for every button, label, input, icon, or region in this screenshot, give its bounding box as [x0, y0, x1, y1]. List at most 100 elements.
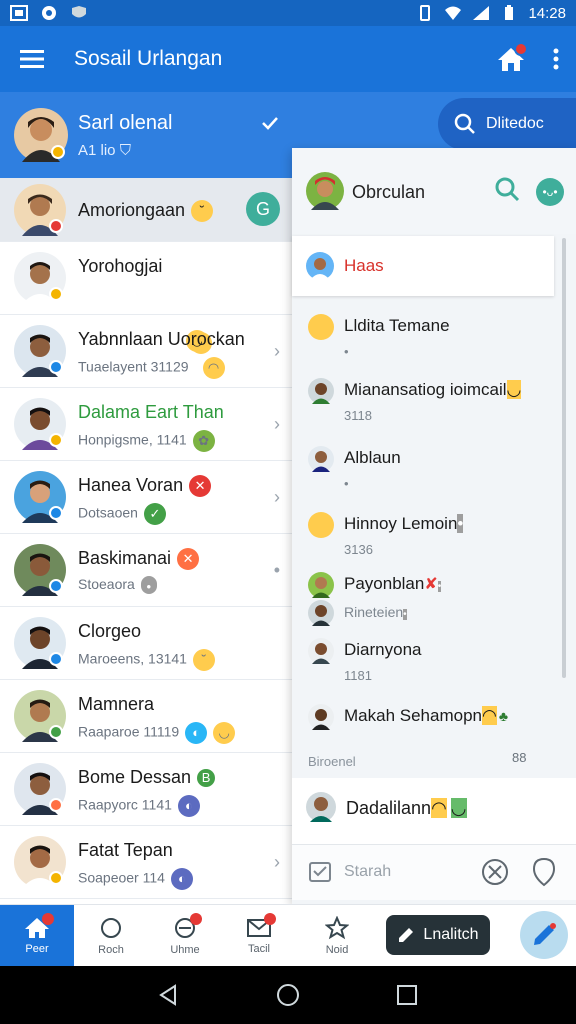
list-item[interactable]: Yabnnlaan Uorockan Tuaelayent 31129 ◠ ›	[0, 315, 292, 388]
message-input[interactable]: Starah	[344, 863, 391, 881]
avatar	[306, 792, 336, 822]
conversation-item[interactable]: Hinnoy Lemoin• 3136	[292, 508, 554, 568]
conversation-subtitle: 3118	[344, 408, 372, 423]
emoji-icon: ✕	[189, 475, 212, 498]
chevron-right-icon[interactable]: ›	[274, 414, 280, 435]
conversation-item[interactable]: Diarnyona 1181	[292, 636, 554, 696]
vibrate-icon	[416, 5, 434, 21]
conversation-item[interactable]: Payonblan✘•	[292, 572, 554, 600]
more-options-icon[interactable]	[536, 26, 576, 92]
tab-uhme[interactable]: Uhme	[148, 905, 222, 967]
list-item[interactable]: Fatat Tepan Soapeoer 114 ◐ ›	[0, 826, 292, 899]
contact-name: Yorohogjai	[78, 256, 163, 276]
conversation-name: Payonblan✘•	[344, 574, 442, 593]
list-item[interactable]: Bome Dessan B Raapyorc 1141 ◐	[0, 753, 292, 826]
avatar	[14, 544, 66, 596]
conversation-name: Alblaun	[344, 448, 401, 467]
tab-peer[interactable]: Peer	[0, 905, 74, 967]
home-circle-icon[interactable]	[276, 983, 300, 1007]
list-item[interactable]: Mamnera Raaparoe 11119 ◐ ◡	[0, 680, 292, 753]
conversation-name: Dadalilann◠ ◡	[346, 798, 467, 818]
app-bar: Sosail Urlangan	[0, 26, 576, 92]
avatar	[14, 617, 66, 669]
message-input-bar: Starah	[292, 844, 576, 900]
selected-conversation[interactable]: Haas	[292, 236, 554, 296]
tab-tacil[interactable]: Tacil	[222, 905, 296, 967]
conversation-name: Haas	[344, 256, 384, 275]
lock-icon: •	[140, 576, 157, 595]
contact-name: Fatat Tepan	[78, 840, 173, 860]
contact-name: Hanea Voran ✕	[78, 475, 212, 498]
conversation-name: Hinnoy Lemoin•	[344, 514, 464, 533]
emoji-icon: ◠	[202, 357, 225, 379]
scrollbar[interactable]	[562, 238, 566, 678]
emoji-icon: ✿	[192, 430, 215, 452]
cross-icon: ✘	[424, 576, 438, 593]
conversation-subtitle: •	[344, 344, 349, 359]
conversation-item[interactable]: Mianansatiog ioimcail◡ 3118	[292, 374, 554, 434]
contact-subtitle: Tuaelayent 31129 ◠	[78, 357, 225, 379]
circle-icon	[101, 918, 121, 938]
attachment-icon[interactable]	[308, 859, 332, 883]
profile-name: Sarl olenal	[78, 112, 173, 134]
conversation-subtitle: 3136	[344, 542, 373, 557]
chevron-right-icon[interactable]: ›	[274, 852, 280, 873]
list-item[interactable]: Clorgeo Maroeens, 13141 ˘	[0, 607, 292, 680]
contact-name: Amoriongaan ˘	[78, 200, 214, 223]
battery-icon	[500, 5, 518, 21]
avatar	[14, 836, 66, 888]
emoji-icon: ◠	[481, 706, 497, 725]
pencil-icon	[534, 923, 556, 945]
back-icon[interactable]	[157, 983, 181, 1007]
more-icon[interactable]: •ᴗ•	[536, 178, 564, 206]
compose-fab[interactable]	[520, 911, 568, 959]
action-button[interactable]: Lnalitch	[386, 915, 490, 955]
conversation-item[interactable]: Dadalilann◠ ◡	[292, 778, 576, 844]
section-label: Biroenel	[308, 754, 356, 769]
conversation-name: Lldita Temane	[344, 316, 450, 335]
tab-noid[interactable]: Noid	[300, 905, 374, 967]
list-item[interactable]: Baskimanai ✕ Stoeaora • •	[0, 534, 292, 607]
chevron-right-icon[interactable]: ›	[274, 341, 280, 362]
recents-icon[interactable]	[395, 983, 419, 1007]
leaf-icon: ♣	[498, 708, 509, 724]
emoji-icon: ˘	[192, 649, 215, 671]
shield-notification-icon	[40, 5, 58, 21]
avatar	[14, 252, 66, 304]
panel-title: Obrculan	[352, 182, 426, 202]
emoji-picker-icon[interactable]	[480, 857, 510, 887]
contact-subtitle: Dotsaoen ✓	[78, 503, 166, 525]
search-label: Dlitedoc	[486, 115, 544, 132]
gallery-notification-icon	[10, 5, 28, 21]
notification-badge	[264, 913, 276, 925]
section-count: 88	[512, 750, 527, 765]
avatar	[14, 471, 66, 523]
conversation-item[interactable]: Makah Sehamopn◠ ♣	[292, 702, 554, 738]
profile-avatar[interactable]	[14, 108, 68, 162]
location-icon[interactable]	[532, 857, 556, 887]
chevron-right-icon[interactable]: ›	[274, 487, 280, 508]
panel-avatar[interactable]	[306, 172, 344, 210]
home-button[interactable]	[486, 26, 536, 92]
chevron-right-icon[interactable]: •	[274, 560, 280, 581]
search-icon[interactable]	[494, 176, 520, 202]
conversation-item[interactable]: Alblaun •	[292, 442, 554, 502]
contact-name: Mamnera	[78, 694, 155, 714]
tab-roch[interactable]: Roch	[74, 905, 148, 967]
contact-subtitle: Soapeoer 114 ◐	[78, 868, 193, 890]
list-item[interactable]: Amoriongaan ˘ G	[0, 178, 292, 242]
contact-name: Dalama Eart Than	[78, 402, 224, 422]
notification-badge	[190, 913, 202, 925]
checkmark-icon	[262, 117, 278, 130]
hamburger-menu-icon[interactable]	[0, 26, 64, 92]
contact-name: Yabnnlaan Uorockan	[78, 329, 245, 349]
search-button[interactable]: Dlitedoc	[438, 98, 576, 150]
list-item[interactable]: Yorohogjai ◡	[0, 242, 292, 354]
bottom-navigation: Peer Roch Uhme Tacil Noid Lnalitch	[0, 904, 576, 967]
emoji-icon: ◡	[450, 798, 467, 818]
conversation-name: Mianansatiog ioimcail◡	[344, 380, 522, 399]
conversation-item[interactable]: Lldita Temane •	[292, 308, 554, 368]
conversation-item[interactable]: Rineteien•	[292, 600, 554, 630]
list-item[interactable]: Dalama Eart Than Honpigsme, 1141 ✿ ›	[0, 388, 292, 461]
list-item[interactable]: Hanea Voran ✕ Dotsaoen ✓ ›	[0, 461, 292, 534]
